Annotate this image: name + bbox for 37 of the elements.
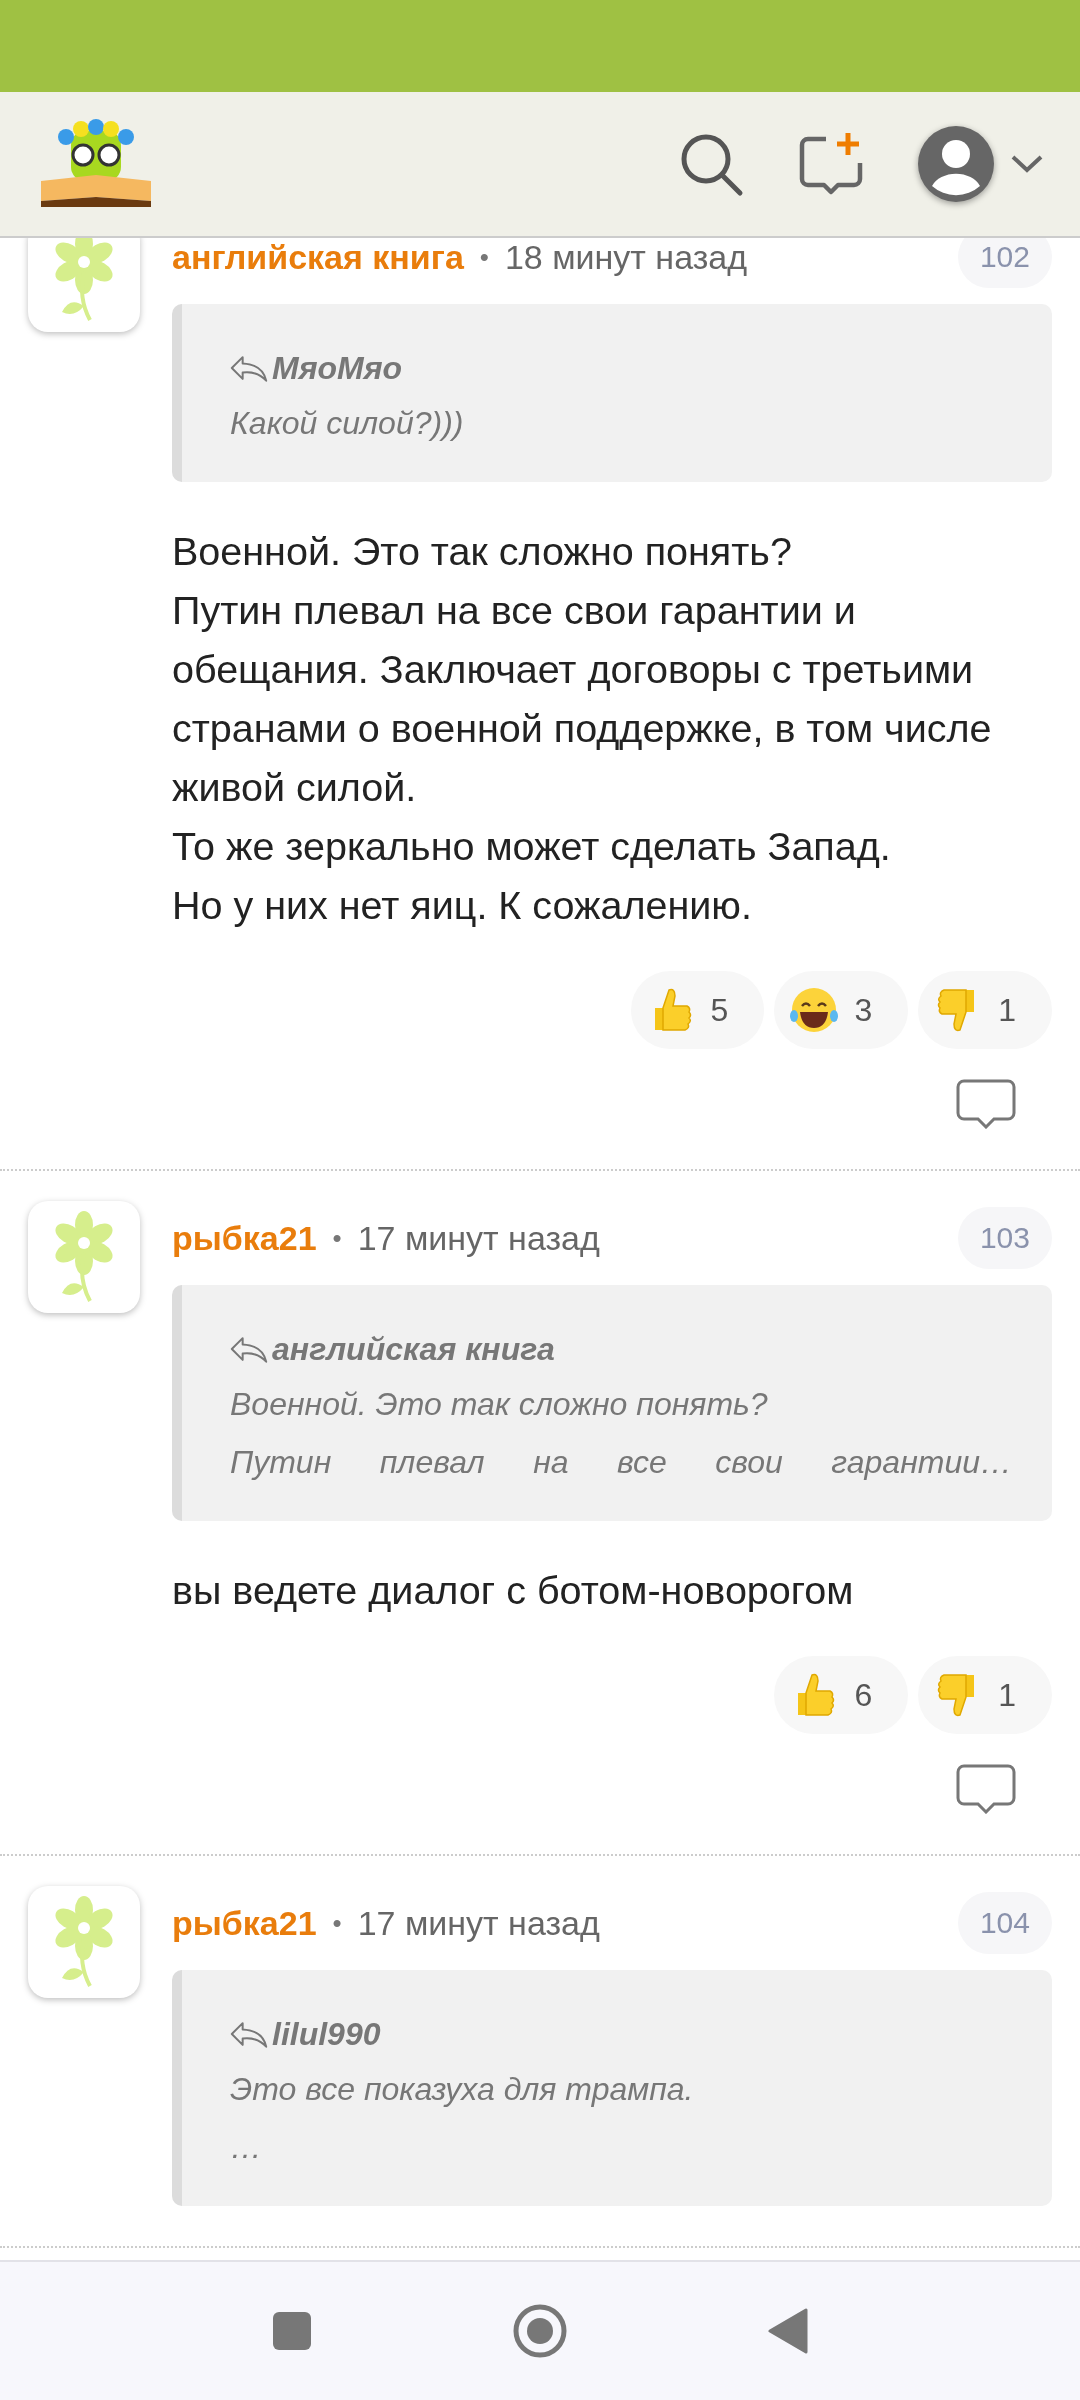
quote-author: английская книга [272,1330,555,1368]
quote-text: Это все показуха для трампа. [230,2070,695,2109]
author-name[interactable]: английская книга [172,238,464,277]
comment-text: вы ведете диалог с ботом-новорогом [172,1567,855,1614]
comment-number[interactable]: 102 [957,238,1052,288]
profile-avatar-icon[interactable] [916,124,996,204]
comment-number[interactable]: 103 [957,1207,1052,1269]
recent-apps-icon[interactable] [272,2311,312,2351]
back-icon[interactable] [768,2308,808,2354]
comment-number[interactable]: 104 [957,1892,1052,1954]
reaction-button[interactable]: 5 [630,971,765,1049]
reaction-button[interactable]: 3 [774,971,909,1049]
author-name[interactable]: рыбка21 [172,1903,317,1943]
quote-text: Путин плевал на все свои гарантии… [230,1443,1012,1482]
separator-dot: • [332,1907,342,1939]
comment-icon[interactable] [956,1079,1016,1129]
quote-text: … [230,2128,263,2167]
separator-dot: • [332,1222,342,1254]
quote-text: Какой силой?))) [230,404,465,443]
separator-dot: • [479,241,489,273]
quote-author: МяоМяо [272,349,403,387]
comment-text: Военной. Это так сложно понять? [172,528,793,575]
comment-text: Путин плевал на все свои гарантии и обещания. Заключает договоры с третьими странами о военной поддержке, в том числе живой силой. [172,587,993,811]
quote-author: lilul990 [272,2015,381,2053]
comment-time: 18 минут назад [504,238,747,277]
reaction-button[interactable]: 6 [774,1656,909,1734]
comment-text: То же зеркально может сделать Запад. [172,823,892,870]
home-icon[interactable] [512,2303,568,2359]
reaction-button[interactable]: 1 [918,971,1052,1049]
comment-time: 17 минут назад [357,1218,600,1258]
chevron-down-icon[interactable] [1010,154,1044,174]
comment-text: Но у них нет яиц. К сожалению. [172,882,753,929]
comment-time: 17 минут назад [357,1903,600,1943]
reaction-button[interactable]: 1 [918,1656,1052,1734]
quote-text: Военной. Это так сложно понять? [230,1385,769,1424]
comment-icon[interactable] [956,1764,1016,1814]
author-name[interactable]: рыбка21 [172,1218,317,1258]
